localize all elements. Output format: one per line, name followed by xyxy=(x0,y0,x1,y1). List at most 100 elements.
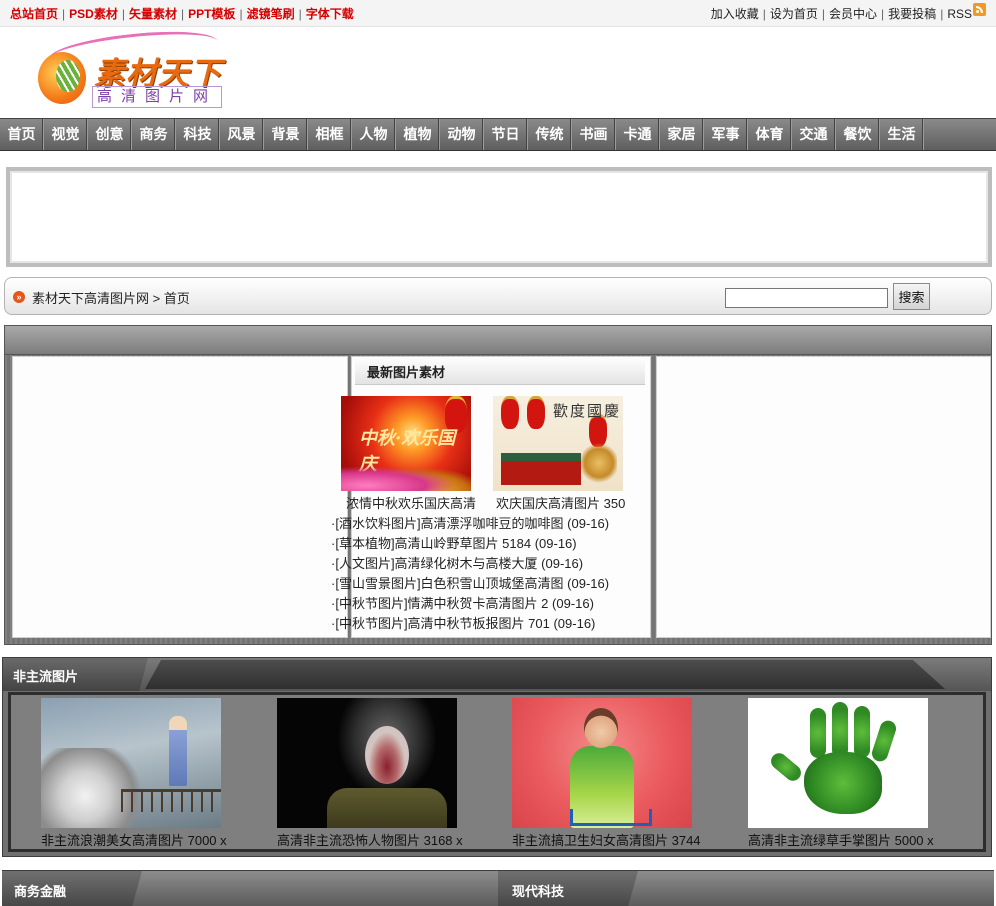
user-links: 加入收藏 | 设为首页 | 会员中心 | 我要投稿 | RSS xyxy=(710,7,972,21)
nav-item[interactable]: 科技 xyxy=(176,119,220,150)
feature-caption[interactable]: 高清非主流恐怖人物图片 3168 x xyxy=(277,830,463,849)
finger-shape xyxy=(869,718,899,764)
link-rss[interactable]: RSS xyxy=(947,7,972,21)
nav-item[interactable]: 生活 xyxy=(880,119,924,150)
gate-shape xyxy=(501,453,581,485)
link-vector[interactable]: 矢量素材 xyxy=(129,7,177,21)
thumb-caption[interactable]: 浓情中秋欢乐国庆高清 xyxy=(346,493,476,512)
finger-shape xyxy=(854,706,870,758)
nav-item[interactable]: 交通 xyxy=(792,119,836,150)
ad-banner xyxy=(6,167,992,267)
section-header-strip xyxy=(5,326,991,355)
search-input[interactable] xyxy=(725,288,888,308)
search-button[interactable]: 搜索 xyxy=(893,283,930,310)
nav-item[interactable]: 传统 xyxy=(528,119,572,150)
cloud-shape xyxy=(581,441,617,485)
nav-item[interactable]: 风景 xyxy=(220,119,264,150)
feature-image[interactable] xyxy=(512,698,692,828)
double-chevron-icon: » xyxy=(13,291,25,303)
face-shape xyxy=(365,726,409,784)
palm-shape xyxy=(804,752,882,814)
breadcrumb-bar: » 素材天下高清图片网 > 首页 搜索 xyxy=(4,277,992,315)
cart-shape xyxy=(570,809,652,826)
jacket-shape xyxy=(327,788,447,828)
section-title-tech[interactable]: 现代科技 xyxy=(512,881,564,900)
nav-item[interactable]: 人物 xyxy=(352,119,396,150)
rail-shape xyxy=(121,789,221,812)
figure-shape xyxy=(169,716,187,786)
feature-image[interactable] xyxy=(41,698,221,828)
latest-tab: 最新图片素材 xyxy=(355,357,645,385)
site-links: 总站首页 | PSD素材 | 矢量素材 | PPT模板 | 滤镜笔刷 | 字体下载 xyxy=(10,7,354,21)
nav-item[interactable]: 相框 xyxy=(308,119,352,150)
list-item[interactable]: ·[草本植物]高清山岭野草图片 5184 (09-16) xyxy=(331,534,651,554)
lantern-shape xyxy=(501,396,519,429)
link-bookmark[interactable]: 加入收藏 xyxy=(711,7,759,21)
nav-item[interactable]: 植物 xyxy=(396,119,440,150)
nav-item[interactable]: 首页 xyxy=(0,119,44,150)
nav-item[interactable]: 书画 xyxy=(572,119,616,150)
logo-mark-icon xyxy=(38,52,86,104)
main-nav: 首页 视觉 创意 商务 科技 风景 背景 相框 人物 植物 动物 节日 传统 书… xyxy=(0,118,996,151)
bottom-sections: 商务金融 现代科技 xyxy=(2,870,994,906)
thumb-caption[interactable]: 欢庆国庆高清图片 350 xyxy=(496,493,625,512)
section-title-business[interactable]: 商务金融 xyxy=(14,881,66,900)
nav-item[interactable]: 动物 xyxy=(440,119,484,150)
nav-item[interactable]: 创意 xyxy=(88,119,132,150)
nav-item[interactable]: 体育 xyxy=(748,119,792,150)
lantern-shape xyxy=(527,396,545,429)
right-panel xyxy=(656,356,991,638)
latest-title: 最新图片素材 xyxy=(367,365,446,380)
thumb-mid-autumn[interactable]: 中秋·欢乐国庆 xyxy=(341,396,471,491)
head-shape xyxy=(584,708,618,748)
feature-header-band xyxy=(145,660,945,689)
left-panel xyxy=(12,356,348,638)
logo-subtitle: 高清图片网 xyxy=(92,86,222,108)
nav-item[interactable]: 卡通 xyxy=(616,119,660,150)
link-submit[interactable]: 我要投稿 xyxy=(888,7,936,21)
link-brush[interactable]: 滤镜笔刷 xyxy=(247,7,295,21)
link-set-home[interactable]: 设为首页 xyxy=(770,7,818,21)
nav-item[interactable]: 商务 xyxy=(132,119,176,150)
list-item[interactable]: ·[中秋节图片]情满中秋贺卡高清图片 2 (09-16) xyxy=(331,594,651,614)
latest-section: 最新图片素材 中秋·欢乐国庆 歡度國慶 浓情中秋欢乐国庆高清 欢庆国庆高清图片 … xyxy=(4,325,992,645)
thumb-art-text: 歡度國慶 xyxy=(553,402,622,420)
feature-header: 非主流图片 xyxy=(3,658,991,691)
thumb-national-day[interactable]: 歡度國慶 xyxy=(493,396,623,491)
top-bar: 总站首页 | PSD素材 | 矢量素材 | PPT模板 | 滤镜笔刷 | 字体下载 加入收藏 | 设为首… xyxy=(0,0,996,27)
latest-list: ·[酒水饮料图片]高清漂浮咖啡豆的咖啡图 (09-16) ·[草本植物]高清山岭… xyxy=(331,514,651,634)
rss-icon[interactable] xyxy=(973,3,986,16)
flower-shape xyxy=(341,463,471,491)
nav-item[interactable]: 家居 xyxy=(660,119,704,150)
breadcrumb-current: 首页 xyxy=(163,291,190,306)
nav-item[interactable]: 背景 xyxy=(264,119,308,150)
feature-image[interactable] xyxy=(277,698,457,828)
list-item[interactable]: ·[雪山雪景图片]白色积雪山顶城堡高清图 (09-16) xyxy=(331,574,651,594)
feature-caption[interactable]: 高清非主流绿草手掌图片 5000 x xyxy=(748,830,934,849)
breadcrumb-separator: > xyxy=(152,291,161,306)
nav-item[interactable]: 军事 xyxy=(704,119,748,150)
link-font[interactable]: 字体下载 xyxy=(306,7,354,21)
link-psd[interactable]: PSD素材 xyxy=(69,7,118,21)
feature-title[interactable]: 非主流图片 xyxy=(13,666,78,685)
finger-shape xyxy=(810,708,826,758)
feature-section: 非主流图片 非主流浪潮美女高清图片 7000 x 高清非主流恐怖人物图片 316… xyxy=(2,657,992,857)
finger-shape xyxy=(767,749,805,785)
link-main-home[interactable]: 总站首页 xyxy=(10,7,58,21)
list-item[interactable]: ·[中秋节图片]高清中秋节板报图片 701 (09-16) xyxy=(331,614,651,634)
feature-caption[interactable]: 非主流搞卫生妇女高清图片 3744 xyxy=(512,830,701,849)
feature-caption[interactable]: 非主流浪潮美女高清图片 7000 x xyxy=(41,830,227,849)
site-logo[interactable]: 素材天下 高清图片网 xyxy=(38,25,228,110)
wave-shape xyxy=(41,748,151,828)
list-item[interactable]: ·[人文图片]高清绿化树木与高楼大厦 (09-16) xyxy=(331,554,651,574)
nav-item[interactable]: 餐饮 xyxy=(836,119,880,150)
list-item[interactable]: ·[酒水饮料图片]高清漂浮咖啡豆的咖啡图 (09-16) xyxy=(331,514,651,534)
breadcrumb-site[interactable]: 素材天下高清图片网 xyxy=(32,291,149,306)
feature-image[interactable] xyxy=(748,698,928,828)
link-member-center[interactable]: 会员中心 xyxy=(829,7,877,21)
link-ppt[interactable]: PPT模板 xyxy=(188,7,235,21)
nav-item[interactable]: 视觉 xyxy=(44,119,88,150)
finger-shape xyxy=(832,702,848,758)
breadcrumb: 素材天下高清图片网 > 首页 xyxy=(32,288,190,307)
nav-item[interactable]: 节日 xyxy=(484,119,528,150)
